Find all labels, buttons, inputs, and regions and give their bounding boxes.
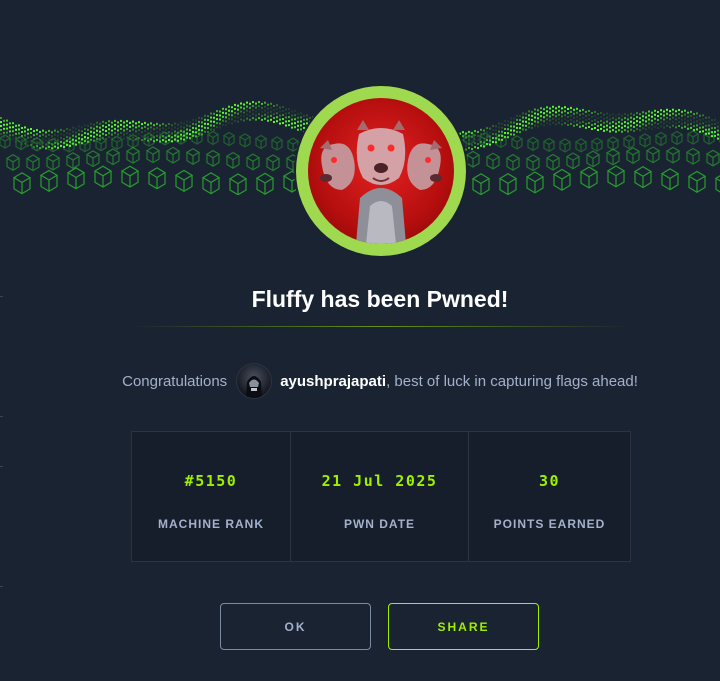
- edge-divider: [0, 416, 3, 417]
- machine-image: [308, 98, 454, 244]
- username: ayushprajapati: [280, 372, 387, 390]
- stat-pwn-date: 21 Jul 2025 PWN DATE: [291, 432, 469, 561]
- edge-divider: [0, 466, 3, 467]
- title-divider: [130, 326, 630, 327]
- stat-label: POINTS EARNED: [493, 517, 606, 531]
- congratulations-message: Congratulations ayushprajapati , best of…: [0, 362, 720, 400]
- share-button[interactable]: SHARE: [388, 603, 539, 650]
- congrats-suffix: , best of luck in capturing flags ahead!: [386, 372, 638, 390]
- stat-label: PWN DATE: [343, 517, 416, 531]
- stat-label: MACHINE RANK: [158, 517, 264, 531]
- machine-avatar: [296, 86, 466, 256]
- user-avatar: [236, 363, 273, 399]
- stat-points-earned: 30 POINTS EARNED: [469, 432, 630, 561]
- stat-value: 30: [538, 472, 561, 490]
- stat-value: 21 Jul 2025: [321, 472, 438, 490]
- stat-machine-rank: #5150 MACHINE RANK: [132, 432, 291, 561]
- modal-title: Fluffy has been Pwned!: [251, 286, 509, 312]
- congrats-prefix: Congratulations: [122, 372, 228, 390]
- edge-divider: [0, 586, 3, 587]
- stats-panel: #5150 MACHINE RANK 21 Jul 2025 PWN DATE …: [131, 431, 631, 562]
- cerberus-icon: [320, 120, 442, 244]
- pwned-modal: Fluffy has been Pwned! Congratulations a…: [0, 0, 720, 681]
- stat-value: #5150: [184, 472, 238, 490]
- ok-button[interactable]: OK: [220, 603, 371, 650]
